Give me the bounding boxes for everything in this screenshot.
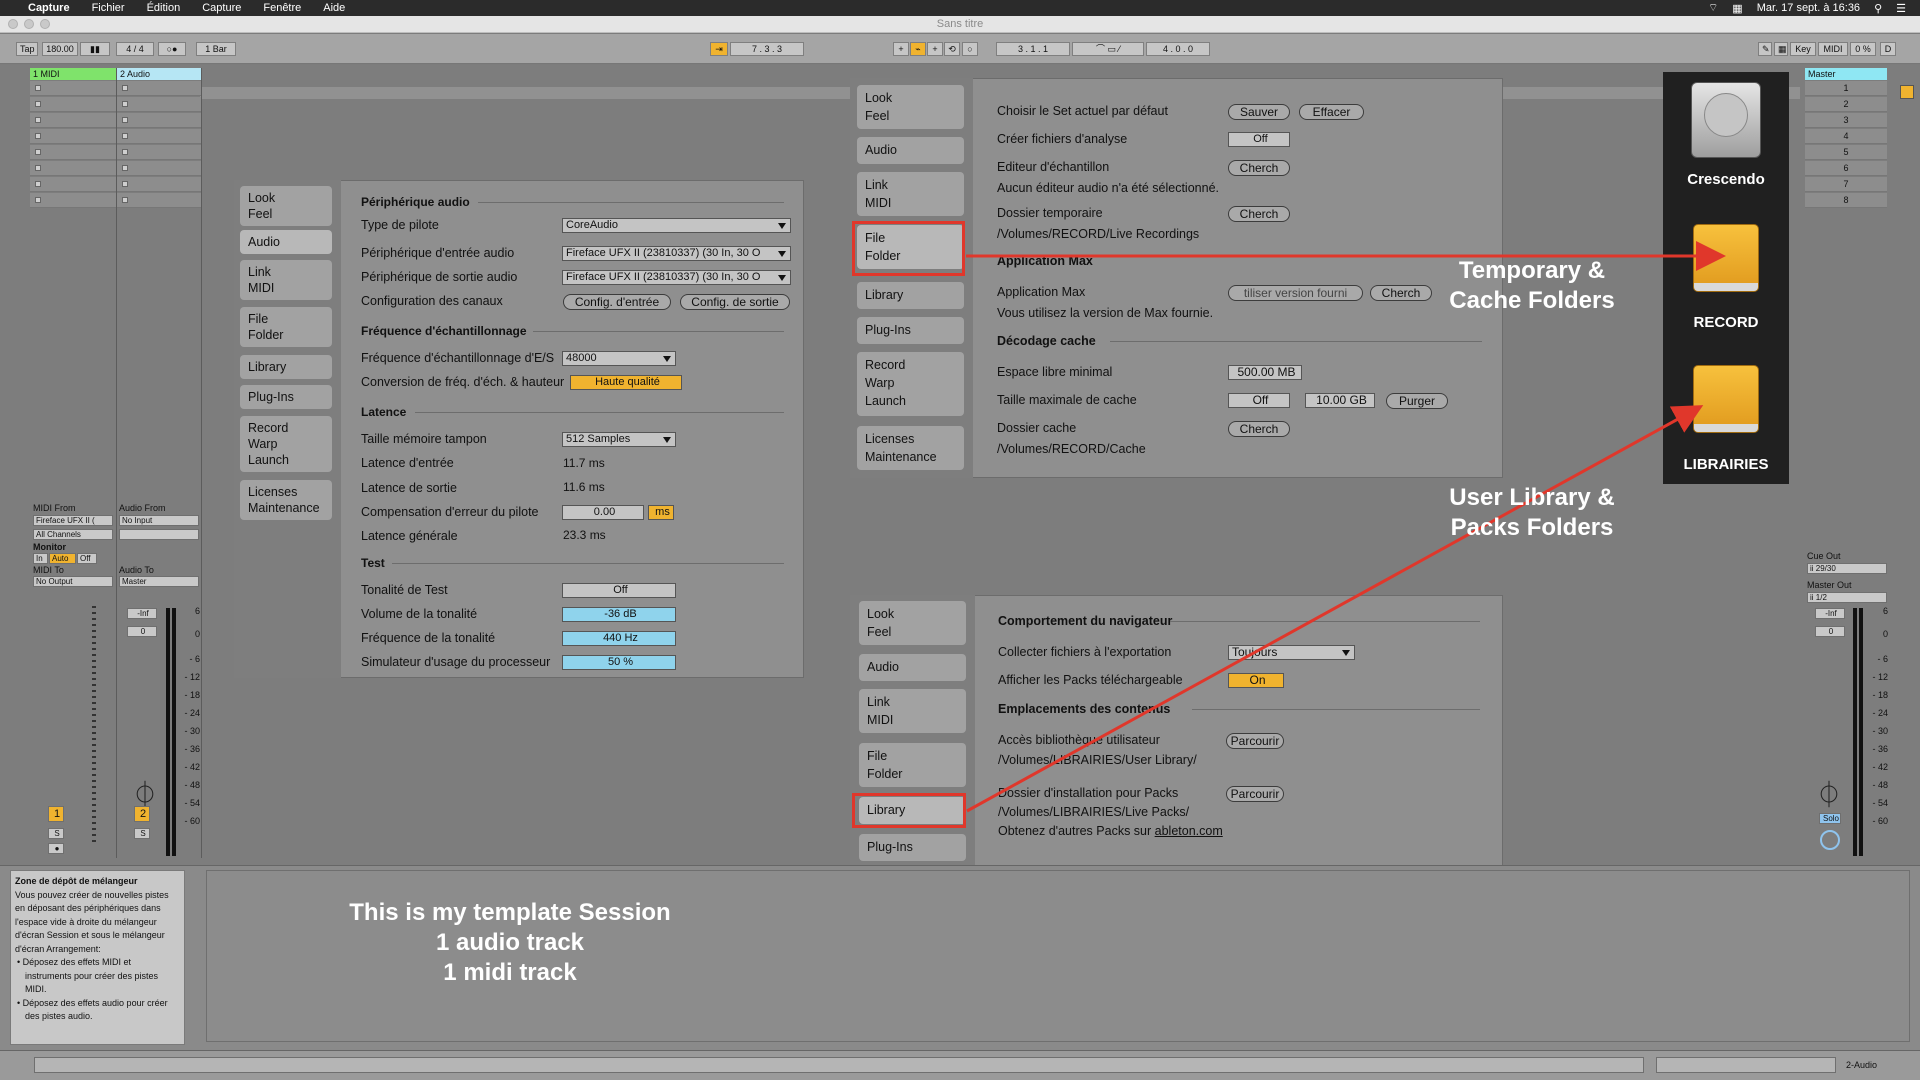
selected-track-name: 2-Audio bbox=[1846, 1060, 1878, 1070]
drop-zone-title: Zone de dépôt de mélangeur bbox=[15, 876, 138, 886]
annotation-user-library: User Library & Packs Folders bbox=[1449, 484, 1615, 541]
status-message bbox=[34, 1057, 1644, 1073]
annotation-template: This is my template Session 1 audio trac… bbox=[349, 899, 671, 986]
drop-zone-body: Vous pouvez créer de nouvelles pistes en… bbox=[15, 889, 169, 954]
annotation-temp-cache: Temporary & Cache Folders bbox=[1449, 257, 1615, 314]
status-bar: 2-Audio bbox=[0, 1050, 1920, 1080]
drop-zone-bullet-2: • Déposez des effets audio pour créer de… bbox=[17, 997, 168, 1022]
mixer-drop-zone-info: Zone de dépôt de mélangeur Vous pouvez c… bbox=[10, 870, 185, 1045]
drop-zone-bullet-1: • Déposez des effets MIDI et instruments… bbox=[17, 957, 159, 994]
status-right-field bbox=[1656, 1057, 1836, 1073]
arrow-user-library bbox=[966, 405, 1704, 813]
drop-zone-bullet-2-text: Déposez des effets audio pour créer des … bbox=[22, 997, 168, 1022]
drop-zone-bullet-1-text: Déposez des effets MIDI et instruments p… bbox=[22, 957, 159, 994]
